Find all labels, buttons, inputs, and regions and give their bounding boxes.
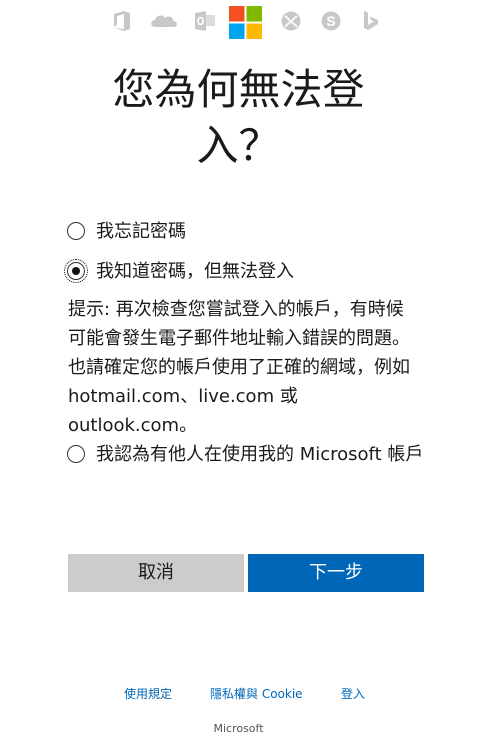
microsoft-logo <box>229 6 262 39</box>
outlook-icon <box>195 11 215 31</box>
product-icons-bar: S <box>0 4 477 40</box>
office-icon <box>114 11 130 31</box>
cancel-button[interactable]: 取消 <box>68 554 244 592</box>
option-know-password-cannot-sign-in[interactable]: 我知道密碼，但無法登入 <box>64 258 427 286</box>
footer-links: 使用規定 隱私權與 Cookie 登入 <box>0 685 477 705</box>
radio-someone-else[interactable] <box>67 445 85 463</box>
sign-in-link[interactable]: 登入 <box>341 685 365 702</box>
option-forgot-password[interactable]: 我忘記密碼 <box>67 218 427 246</box>
option-label: 我忘記密碼 <box>96 221 186 242</box>
option-label: 我知道密碼，但無法登入 <box>96 261 294 282</box>
skype-icon: S <box>321 11 341 31</box>
radio-forgot-password[interactable] <box>67 222 85 240</box>
next-button[interactable]: 下一步 <box>248 554 424 592</box>
terms-link[interactable]: 使用規定 <box>124 685 172 702</box>
option-label: 我認為有他人在使用我的 Microsoft 帳戶 <box>96 444 424 465</box>
page-title-line: 入？ <box>196 121 281 170</box>
bing-icon <box>364 11 378 30</box>
option-someone-else-using-account[interactable]: 我認為有他人在使用我的 Microsoft 帳戶 <box>67 441 427 469</box>
xbox-icon <box>281 11 301 31</box>
microsoft-footer-brand: Microsoft <box>213 722 264 735</box>
hint-text: 提示: 再次檢查您嘗試登入的帳戶，有時候可能會發生電子郵件地址輸入錯誤的問題。也… <box>68 299 410 436</box>
svg-text:S: S <box>326 13 335 29</box>
onedrive-icon <box>151 15 177 27</box>
radio-know-password[interactable] <box>64 259 88 283</box>
page-title: 您為何無法登 入？ <box>0 62 477 174</box>
privacy-cookie-link[interactable]: 隱私權與 Cookie <box>210 685 303 702</box>
page-title-line: 您為何無法登 <box>112 65 365 114</box>
